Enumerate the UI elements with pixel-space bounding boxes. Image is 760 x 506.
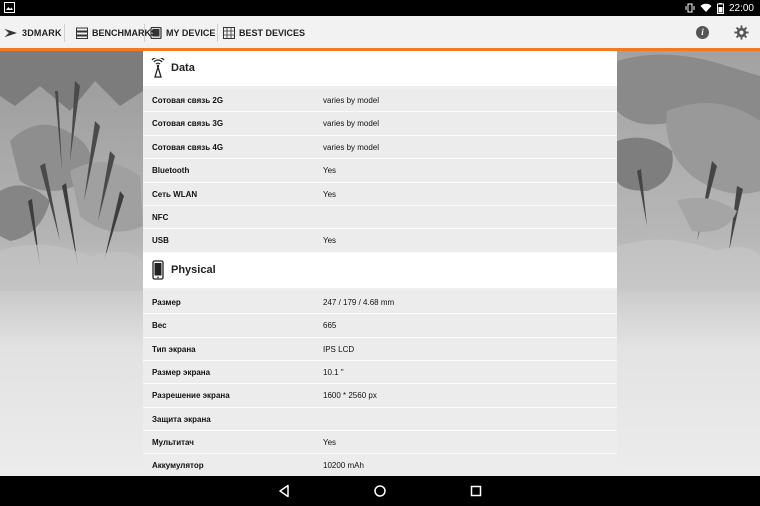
tab-my-device[interactable]: MY DEVICE [145,16,220,51]
spec-value: Yes [323,236,337,246]
spec-row: Сеть WLAN Yes [143,182,617,206]
spec-label: Аккумулятор [152,461,204,471]
spec-value: varies by model [323,119,380,129]
spec-label: Размер [152,297,181,307]
section-header-data: Data [143,51,617,86]
spec-row: Сотовая связь 4G varies by model [143,135,617,160]
spec-value: varies by model [323,142,380,152]
spec-row: Мультитач Yes [143,431,617,455]
tab-divider [144,24,145,42]
spec-value: IPS LCD [323,344,355,354]
spec-label: Разрешение экрана [152,391,230,401]
tab-benchmarks-label: BENCHMARKS [92,28,157,38]
background-image-right [617,51,760,476]
back-icon[interactable] [277,484,291,498]
spec-row: Сотовая связь 2G varies by model [143,89,617,113]
info-icon[interactable]: i [696,26,709,39]
spec-value: 1600 * 2560 px [323,391,377,401]
gear-icon[interactable] [734,25,749,40]
spec-value: 247 / 179 / 4.68 mm [323,297,395,307]
brand-name: 3DMARK [22,28,62,38]
spec-label: NFC [152,212,169,222]
tab-best-devices-label: BEST DEVICES [239,28,306,38]
home-icon[interactable] [373,484,387,498]
spec-row: Разрешение экрана 1600 * 2560 px [143,384,617,408]
status-bar: 22:00 [0,0,760,16]
spec-row: Тип экрана IPS LCD [143,337,617,361]
spec-label: Вес [152,321,167,331]
spec-row: Вес 665 [143,314,617,338]
brand-logo[interactable]: 3DMARK [4,16,62,50]
wifi-icon [700,3,712,12]
spec-label: Размер экрана [152,367,211,377]
phone-icon [152,260,164,280]
clock: 22:00 [728,2,754,14]
spec-row: Защита экрана [143,407,617,432]
spec-label: Сеть WLAN [152,189,198,199]
spec-label: USB [152,236,169,246]
tablet-icon [150,27,162,39]
spec-row: Размер 247 / 179 / 4.68 mm [143,290,617,315]
spec-label: Bluetooth [152,166,190,176]
tab-my-device-label: MY DEVICE [166,28,216,38]
spec-row: Аккумулятор 10200 mAh [143,454,617,476]
section-title-physical: Physical [171,263,216,276]
spec-row: NFC [143,205,617,230]
vibrate-icon [685,3,695,13]
recent-apps-icon[interactable] [469,484,483,498]
spec-row: USB Yes [143,229,617,253]
spec-value: Yes [323,166,337,176]
antenna-icon [151,58,165,78]
spec-label: Сотовая связь 4G [152,142,224,152]
spec-value: Yes [323,438,337,448]
section-title-data: Data [171,62,195,74]
spec-row: Размер экрана 10.1 " [143,360,617,385]
section-header-physical: Physical [143,252,617,288]
spec-row: Bluetooth Yes [143,159,617,183]
image-notification-icon [4,2,15,13]
spec-row: Сотовая связь 3G varies by model [143,112,617,136]
system-navigation-bar [0,476,760,506]
background-image-left [0,51,143,476]
tab-best-devices[interactable]: BEST DEVICES [223,16,305,50]
app-bar: 3DMARK BENCHMARKS MY DEVICE BEST DEVICES [0,16,760,51]
spec-value: 10200 mAh [323,461,364,471]
spec-label: Сотовая связь 3G [152,119,224,129]
spec-value: 665 [323,321,337,331]
tab-divider [217,24,218,42]
spec-label: Защита экрана [152,414,211,424]
spec-label: Мультитач [152,438,194,448]
list-icon [76,27,88,39]
spec-label: Тип экрана [152,344,196,354]
grid-icon [223,27,235,39]
spec-value: Yes [323,189,337,199]
3dmark-logo-icon [4,28,17,38]
device-details-panel[interactable]: Data Сотовая связь 2G varies by model Сот… [143,51,617,476]
spec-value: varies by model [323,96,380,105]
spec-value: 10.1 " [323,367,344,377]
tab-divider [64,24,65,42]
battery-icon [716,2,724,14]
spec-label: Сотовая связь 2G [152,96,224,105]
